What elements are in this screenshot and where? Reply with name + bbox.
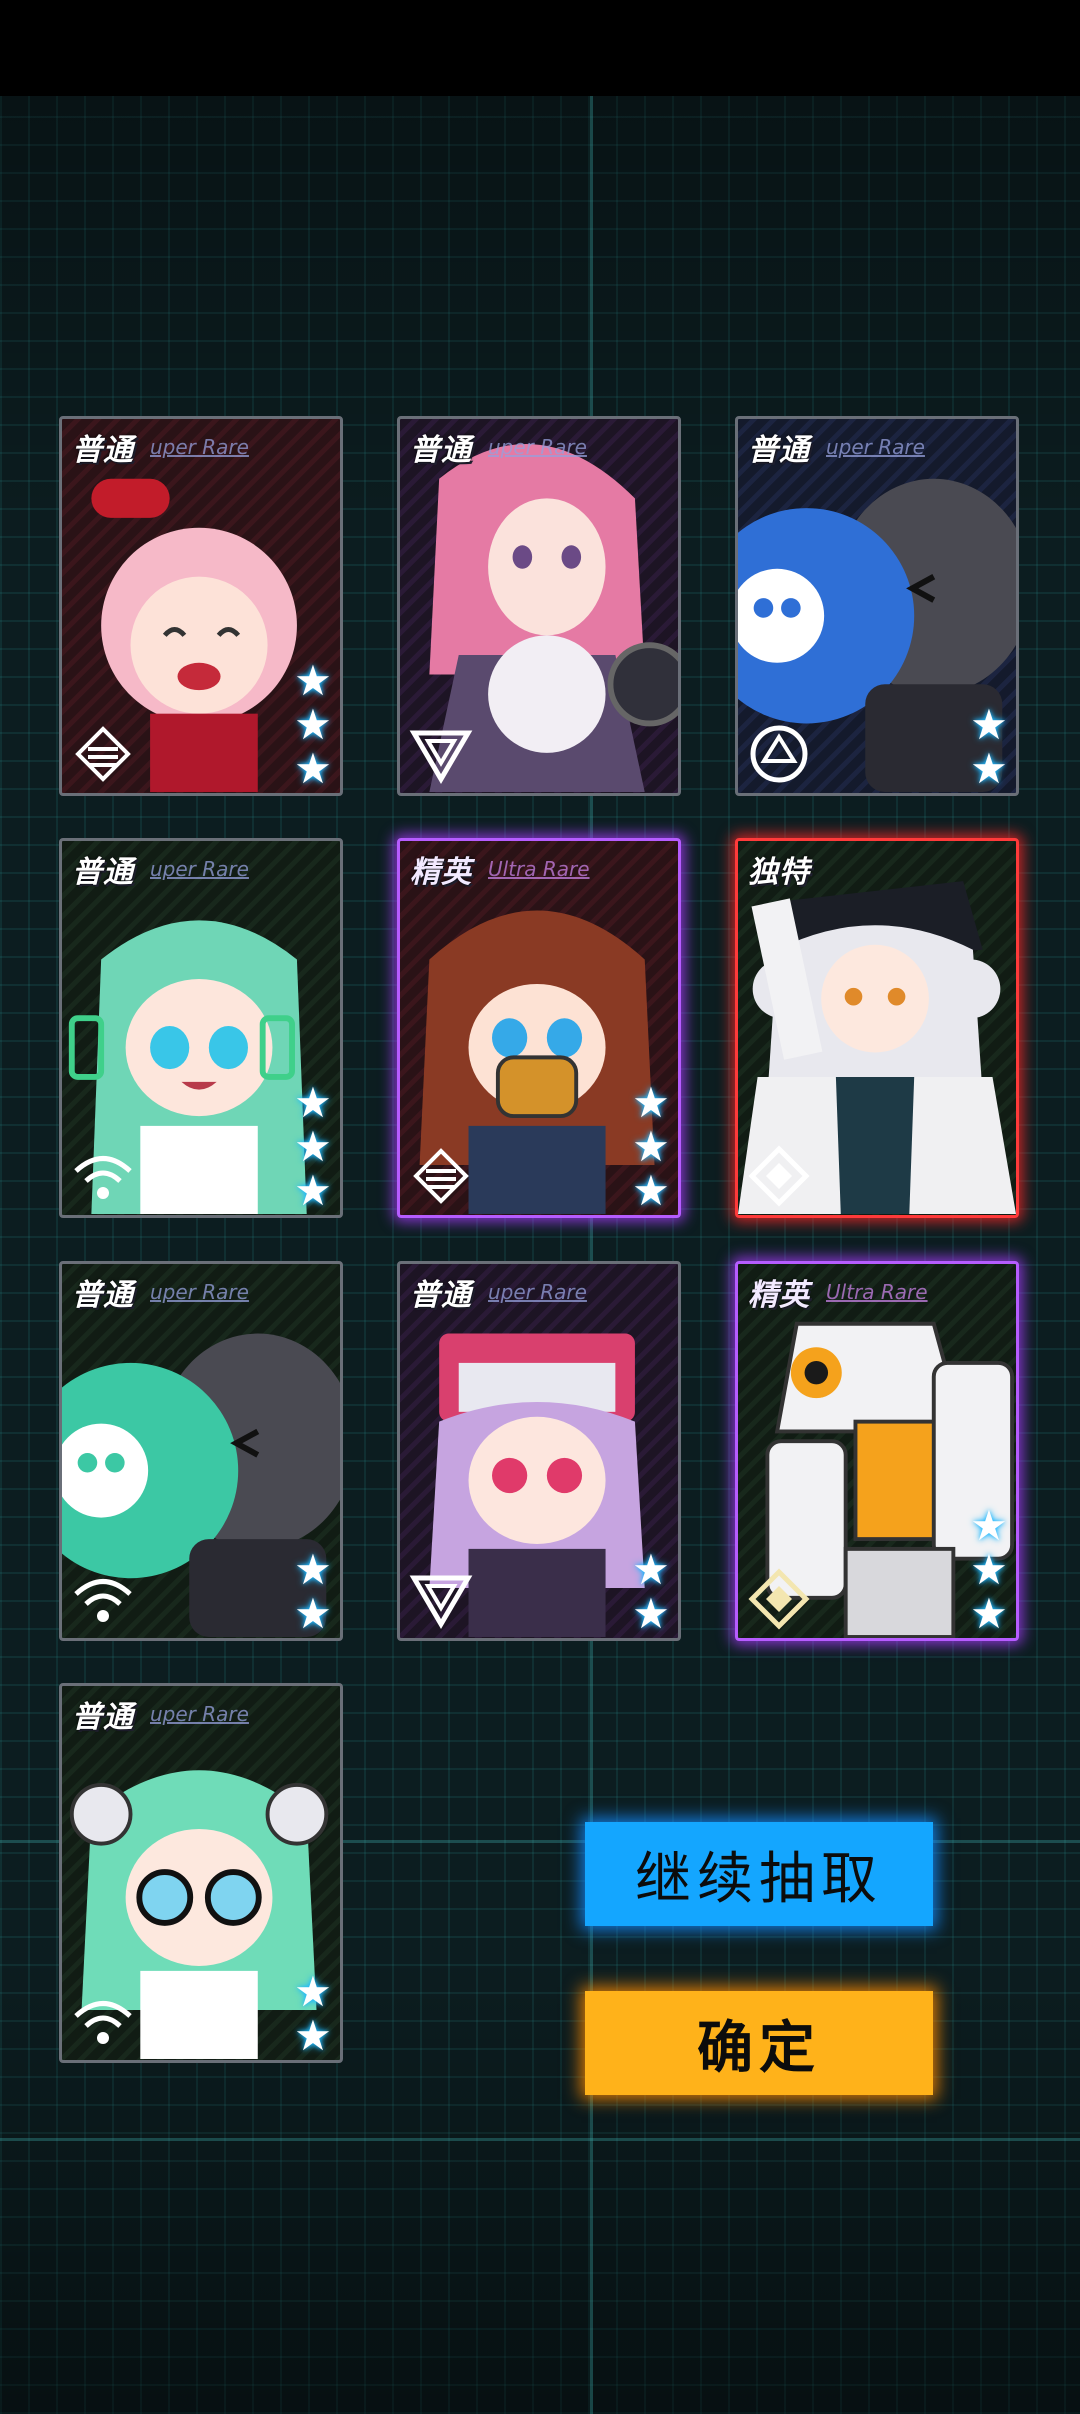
tier-label: 普通 [410,1278,472,1313]
rarity-label: uper Rare [150,857,249,881]
diamond-class-icon [748,1145,810,1207]
rarity-label: uper Rare [488,435,587,459]
star-rating: ★ ★ ★ [630,1081,672,1213]
continue-draw-button[interactable]: 继续抽取 [585,1822,933,1926]
star-icon: ★ [632,1122,670,1171]
tier-label: 普通 [72,855,134,890]
hero-card-6[interactable]: 独特 [735,838,1019,1218]
star-icon: ★ [632,1589,670,1638]
tier-label: 精英 [410,855,472,890]
tier-label: 普通 [72,433,134,468]
star-icon: ★ [294,1166,332,1215]
star-icon: ★ [294,1122,332,1171]
star-icon: ★ [294,1545,332,1594]
hero-card-10[interactable]: 普通 uper Rare ★ ★ [59,1683,343,2063]
star-icon: ★ [294,1589,332,1638]
tier-label: 普通 [72,1278,134,1313]
hero-card-3[interactable]: 普通 uper Rare ★ ★ [735,416,1019,796]
diamond-class-icon [748,1568,810,1630]
hero-card-8[interactable]: 普通 uper Rare ★ ★ [397,1261,681,1641]
star-rating: ★ ★ ★ [292,659,334,791]
tier-label: 独特 [748,855,810,890]
star-rating: ★ ★ [630,1548,672,1636]
hero-card-4[interactable]: 普通 uper Rare ★ ★ ★ [59,838,343,1218]
hero-card-7[interactable]: 普通 uper Rare ★ ★ [59,1261,343,1641]
star-icon: ★ [294,2011,332,2060]
star-icon: ★ [294,744,332,793]
sword-class-icon [75,726,131,782]
rarity-label: Ultra Rare [826,1280,928,1304]
hero-card-1[interactable]: 普通 uper Rare ★ ★ ★ [59,416,343,796]
star-icon: ★ [970,1501,1008,1550]
hero-card-9[interactable]: 精英 Ultra Rare ★ ★ ★ [735,1261,1019,1641]
grid-line [0,2138,1080,2141]
shield-class-icon [409,1575,473,1629]
tier-label: 精英 [748,1278,810,1313]
star-icon: ★ [632,1078,670,1127]
star-icon: ★ [970,744,1008,793]
sword-class-icon [413,1148,469,1204]
rarity-label: uper Rare [150,1280,249,1304]
star-icon: ★ [294,1078,332,1127]
tier-label: 普通 [72,1700,134,1735]
target-class-icon [750,725,808,783]
star-rating: ★ ★ ★ [968,1504,1010,1636]
status-bar-area [0,0,1080,96]
shield-class-icon [409,730,473,784]
signal-class-icon [74,2001,132,2044]
star-icon: ★ [970,1589,1008,1638]
star-icon: ★ [294,1967,332,2016]
star-rating: ★ ★ ★ [292,1081,334,1213]
star-icon: ★ [294,656,332,705]
rarity-label: Ultra Rare [488,857,590,881]
signal-class-icon [74,1156,132,1199]
star-icon: ★ [970,700,1008,749]
star-icon: ★ [970,1545,1008,1594]
star-icon: ★ [294,700,332,749]
rarity-label: uper Rare [826,435,925,459]
hero-card-5[interactable]: 精英 Ultra Rare ★ ★ ★ [397,838,681,1218]
rarity-label: uper Rare [150,1702,249,1726]
tier-label: 普通 [410,433,472,468]
star-icon: ★ [632,1166,670,1215]
confirm-button[interactable]: 确定 [585,1991,933,2095]
star-rating: ★ ★ [968,703,1010,791]
rarity-label: uper Rare [488,1280,587,1304]
hero-card-2[interactable]: 普通 uper Rare [397,416,681,796]
tier-label: 普通 [748,433,810,468]
star-rating: ★ ★ [292,1548,334,1636]
signal-class-icon [74,1579,132,1622]
star-icon: ★ [632,1545,670,1594]
rarity-label: uper Rare [150,435,249,459]
star-rating: ★ ★ [292,1970,334,2058]
